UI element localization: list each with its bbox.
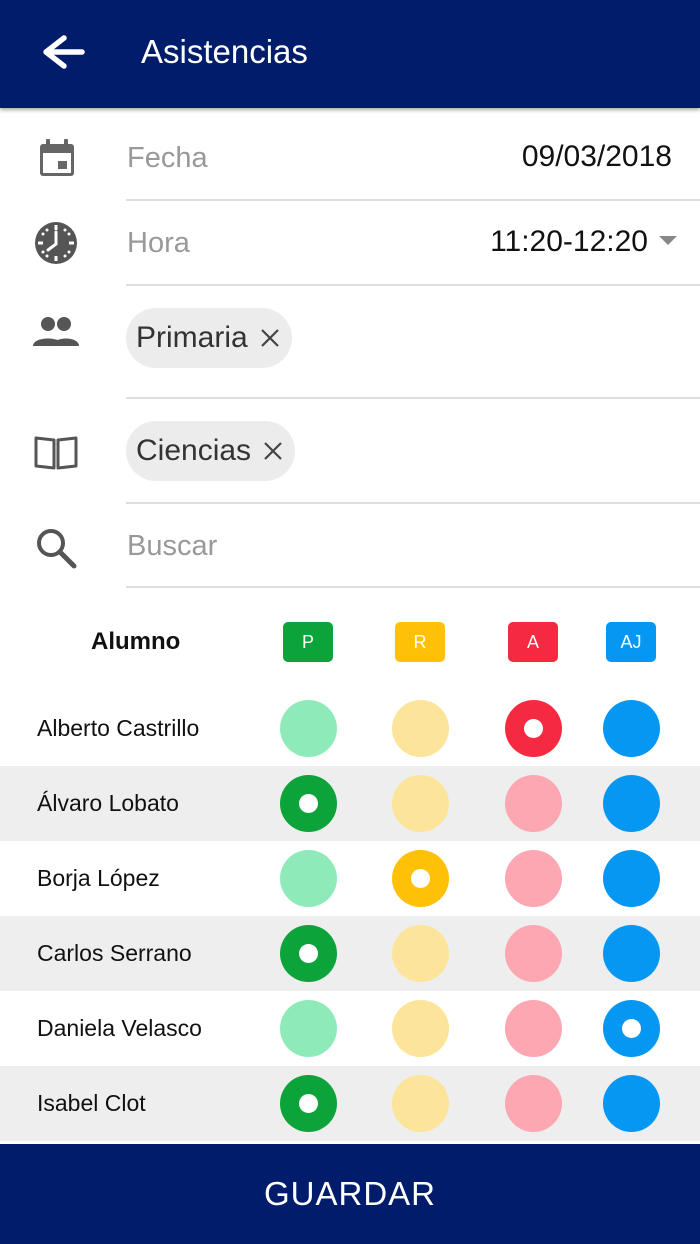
attendance-radio-p[interactable]: [280, 1075, 337, 1132]
time-value[interactable]: 11:20-12:20: [490, 225, 648, 259]
radio-selected-indicator: [299, 1094, 318, 1113]
table-row: Alberto Castrillo: [0, 691, 700, 766]
attendance-radio-a[interactable]: [505, 775, 562, 832]
close-icon[interactable]: [261, 439, 285, 463]
student-name: Alberto Castrillo: [37, 715, 200, 741]
attendance-radio-aj[interactable]: [603, 700, 660, 757]
radio-selected-indicator: [299, 944, 318, 963]
search-icon: [30, 522, 82, 574]
attendance-radio-aj[interactable]: [603, 925, 660, 982]
divider: [126, 284, 700, 286]
status-badge-aj: AJ: [606, 622, 656, 662]
attendance-radio-r[interactable]: [392, 925, 449, 982]
date-value[interactable]: 09/03/2018: [522, 140, 672, 174]
attendance-radio-p[interactable]: [280, 850, 337, 907]
status-badge-r: R: [395, 622, 445, 662]
page-title: Asistencias: [141, 33, 308, 70]
attendance-radio-aj[interactable]: [603, 850, 660, 907]
close-icon[interactable]: [258, 326, 282, 350]
chevron-down-icon[interactable]: [659, 236, 677, 245]
attendance-radio-p[interactable]: [280, 925, 337, 982]
table-row: Isabel Clot: [0, 1066, 700, 1141]
subject-chip[interactable]: Ciencias: [126, 421, 296, 481]
attendance-radio-p[interactable]: [280, 775, 337, 832]
attendance-radio-p[interactable]: [280, 1000, 337, 1057]
attendance-radio-r[interactable]: [392, 850, 449, 907]
attendance-radio-r[interactable]: [392, 700, 449, 757]
attendance-radio-a[interactable]: [505, 925, 562, 982]
table-row: Carlos Serrano: [0, 916, 700, 991]
attendance-radio-aj[interactable]: [603, 1075, 660, 1132]
subject-chip-label: Ciencias: [136, 434, 252, 467]
attendance-radio-a[interactable]: [505, 850, 562, 907]
search-input[interactable]: Buscar: [127, 530, 217, 563]
table-row: Borja López: [0, 841, 700, 916]
group-chip-label: Primaria: [136, 321, 248, 354]
attendance-radio-r[interactable]: [392, 775, 449, 832]
app-bar: Asistencias: [0, 0, 700, 108]
group-chip[interactable]: Primaria: [126, 308, 292, 368]
status-badge-a: A: [508, 622, 558, 662]
student-name: Daniela Velasco: [37, 1015, 202, 1041]
student-name: Carlos Serrano: [37, 940, 192, 966]
divider: [126, 502, 700, 504]
student-name: Álvaro Lobato: [37, 790, 179, 816]
divider: [126, 397, 700, 399]
date-label: Fecha: [127, 142, 208, 174]
attendance-radio-r[interactable]: [392, 1075, 449, 1132]
radio-selected-indicator: [411, 869, 430, 888]
attendance-radio-aj[interactable]: [603, 775, 660, 832]
people-icon: [30, 306, 82, 358]
radio-selected-indicator: [524, 719, 543, 738]
save-button[interactable]: GUARDAR: [0, 1144, 700, 1244]
attendance-radio-r[interactable]: [392, 1000, 449, 1057]
table-row: Daniela Velasco: [0, 991, 700, 1066]
calendar-icon: [30, 132, 82, 184]
back-arrow-icon[interactable]: [36, 30, 88, 74]
divider: [126, 586, 700, 588]
student-name: Isabel Clot: [37, 1090, 146, 1116]
attendance-radio-a[interactable]: [505, 1075, 562, 1132]
student-name: Borja López: [37, 865, 160, 891]
attendance-radio-a[interactable]: [505, 700, 562, 757]
attendance-radio-p[interactable]: [280, 700, 337, 757]
radio-selected-indicator: [622, 1019, 641, 1038]
status-badge-p: P: [283, 622, 333, 662]
attendance-radio-a[interactable]: [505, 1000, 562, 1057]
student-column-header: Alumno: [91, 628, 181, 655]
attendance-radio-aj[interactable]: [603, 1000, 660, 1057]
book-icon: [30, 426, 82, 478]
radio-selected-indicator: [299, 794, 318, 813]
divider: [126, 199, 700, 201]
time-label: Hora: [127, 227, 190, 259]
clock-icon: [30, 217, 82, 269]
table-row: Álvaro Lobato: [0, 766, 700, 841]
